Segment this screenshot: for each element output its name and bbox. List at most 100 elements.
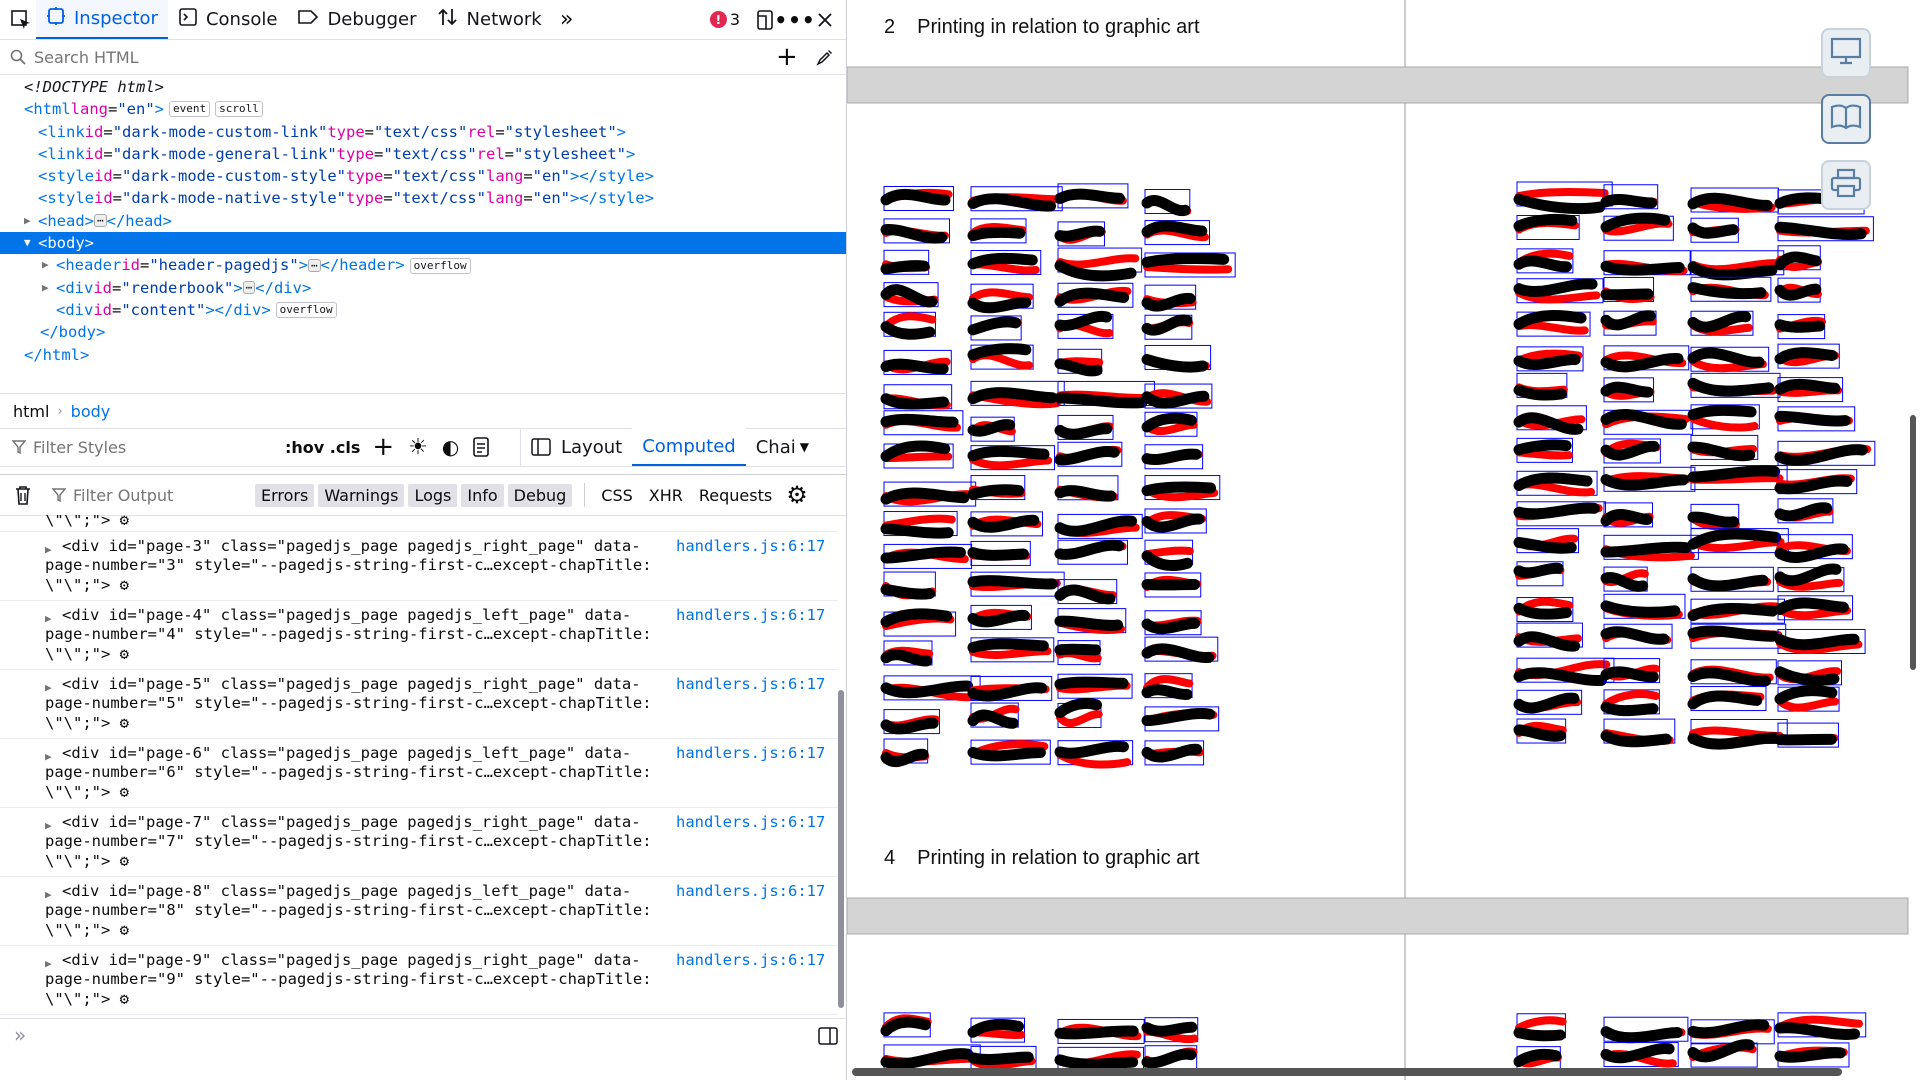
head-collapsed-ellipsis[interactable]: ⋯ <box>94 214 107 228</box>
renderbook-id-attr: id <box>93 278 112 297</box>
filter-logs-button[interactable]: Logs <box>408 483 458 507</box>
add-rule-icon[interactable]: + <box>372 432 394 462</box>
tab-network[interactable]: Network <box>427 0 552 39</box>
console-settings-gear-icon[interactable]: ⚙ <box>786 481 808 509</box>
log-entry-source-link[interactable]: handlers.js:6:17 <box>676 744 825 764</box>
node-inspect-icon[interactable]: ⚙ <box>120 576 129 594</box>
log-entry-source-link[interactable]: handlers.js:6:17 <box>676 813 825 833</box>
glyph-stroke <box>1774 378 1841 395</box>
paged-preview-viewport[interactable]: 2 Printing in relation to graphic art 4 Pr… <box>847 0 1920 1080</box>
filter-requests-button[interactable]: Requests <box>691 484 780 507</box>
filter-errors-button[interactable]: Errors <box>255 483 315 507</box>
expand-renderbook-icon[interactable]: ▶ <box>42 277 56 299</box>
markup-head-node[interactable]: ▶ <head> ⋯ </head> <box>0 210 846 232</box>
log-entry-source-link[interactable]: handlers.js:6:17 <box>676 606 825 626</box>
node-inspect-icon[interactable]: ⚙ <box>120 852 129 870</box>
glyph-stroke <box>1141 684 1193 700</box>
log-entry[interactable]: ▶ <div id="page-6" class="pagedjs_page pa… <box>0 738 838 808</box>
glyph-stroke <box>1513 1027 1566 1042</box>
markup-renderbook-node[interactable]: ▶ <div id = "renderbook" > ⋯ </div> <box>0 277 846 299</box>
node-inspect-icon[interactable]: ⚙ <box>120 783 129 801</box>
log-entry-source-link[interactable]: handlers.js:6:17 <box>676 675 825 695</box>
markup-head-child-node[interactable]: <style id = "dark-mode-custom-style" type =… <box>0 165 846 187</box>
node-inspect-icon[interactable]: ⚙ <box>120 515 129 529</box>
breadcrumb-html[interactable]: html <box>13 402 49 421</box>
dark-mode-icon[interactable]: ◐ <box>442 435 459 459</box>
close-icon[interactable] <box>810 5 840 35</box>
tab-layout[interactable]: Layout <box>551 428 632 466</box>
clear-console-trash-icon[interactable] <box>14 485 32 505</box>
filter-xhr-button[interactable]: XHR <box>641 484 691 507</box>
markup-doctype[interactable]: <!DOCTYPE html> <box>0 76 846 98</box>
element-picker-icon[interactable] <box>6 5 36 35</box>
log-entry-source-link[interactable]: handlers.js:6:17 <box>676 537 825 557</box>
more-tabs-chevron-icon[interactable]: » <box>552 5 582 35</box>
filter-output-input[interactable] <box>71 484 255 506</box>
scroll-badge[interactable]: scroll <box>215 101 263 118</box>
event-badge[interactable]: event <box>169 101 211 118</box>
filter-styles-input[interactable] <box>31 436 285 458</box>
renderbook-collapsed-ellipsis[interactable]: ⋯ <box>242 281 256 295</box>
breadcrumb-body[interactable]: body <box>71 402 111 421</box>
node-inspect-icon[interactable]: ⚙ <box>120 990 129 1008</box>
filter-info-button[interactable]: Info <box>461 483 504 507</box>
log-entry-line-1: <div id="page-6" class="pagedjs_page pag… <box>62 744 632 762</box>
search-html-input[interactable] <box>32 46 776 68</box>
log-entry[interactable]: ▶ <div id="page-3" class="pagedjs_page pa… <box>0 531 838 601</box>
add-node-icon[interactable]: + <box>776 42 798 72</box>
markup-html-close[interactable]: </html> <box>0 344 846 366</box>
markup-content-node[interactable]: <div id = "content" ></div> overflow <box>0 299 846 321</box>
overflow-badge[interactable]: overflow <box>409 257 471 274</box>
tab-console[interactable]: Console <box>168 0 287 39</box>
header-collapsed-ellipsis[interactable]: ⋯ <box>308 259 321 273</box>
tab-changes[interactable]: Chai <box>746 428 796 466</box>
log-entry[interactable]: ▶ <div id="page-7" class="pagedjs_page pa… <box>0 807 838 877</box>
node-inspect-icon[interactable]: ⚙ <box>120 645 129 663</box>
filter-css-button[interactable]: CSS <box>593 484 640 507</box>
print-media-icon[interactable] <box>473 437 490 457</box>
log-entry[interactable]: ▶ <div id="page-4" class="pagedjs_page pa… <box>0 600 838 670</box>
node-inspect-icon[interactable]: ⚙ <box>120 714 129 732</box>
markup-html-node[interactable]: <html lang = "en" > event scroll <box>0 98 846 120</box>
filter-warnings-button[interactable]: Warnings <box>318 483 405 507</box>
markup-body-close[interactable]: </body> <box>0 321 846 343</box>
book-view-button[interactable] <box>1821 94 1871 144</box>
viewer-horizontal-scrollbar[interactable] <box>852 1068 1842 1076</box>
log-entry-source-link[interactable]: handlers.js:6:17 <box>676 882 825 902</box>
tabs-overflow-chevron-icon[interactable]: ▼ <box>800 440 809 454</box>
markup-header-node[interactable]: ▶ <header id = "header-pagedjs" > ⋯ </header> o… <box>0 254 846 276</box>
console-input[interactable]: » <box>0 1018 846 1055</box>
editor-mode-toggle-icon[interactable] <box>818 1027 838 1045</box>
light-mode-icon[interactable]: ☀ <box>408 435 428 460</box>
log-entry[interactable]: ▶ <div id="page-9" class="pagedjs_page pa… <box>0 945 838 1015</box>
markup-body-node-selected[interactable]: ▼ <body> <box>0 232 846 255</box>
log-entry-line-3: \"\";"> ⚙ <box>45 990 130 1008</box>
eyedropper-icon[interactable] <box>816 48 834 66</box>
console-scrollbar[interactable] <box>838 690 844 1008</box>
tab-debugger[interactable]: Debugger <box>287 0 426 39</box>
glyph-stroke <box>1513 667 1607 686</box>
glyph-stroke <box>1056 710 1103 728</box>
pseudo-classes-toggle[interactable]: :hov .cls <box>285 438 360 457</box>
log-entry-source-link[interactable]: handlers.js:6:17 <box>676 951 825 971</box>
collapse-body-icon[interactable]: ▼ <box>24 232 38 254</box>
expand-header-icon[interactable]: ▶ <box>42 254 56 276</box>
print-button[interactable] <box>1821 160 1871 210</box>
more-options-icon[interactable]: ••• <box>774 5 814 35</box>
markup-head-child-node[interactable]: <link id = "dark-mode-custom-link" type = "t… <box>0 121 846 143</box>
log-entry[interactable]: ▶ <div id="page-8" class="pagedjs_page pa… <box>0 876 838 946</box>
error-count-badge[interactable]: ! 3 <box>709 10 740 29</box>
filter-debug-button[interactable]: Debug <box>507 483 573 507</box>
viewer-vertical-scrollbar[interactable] <box>1910 415 1916 670</box>
tab-inspector[interactable]: Inspector <box>36 0 168 39</box>
toggle-sidebar-icon[interactable] <box>531 438 551 456</box>
log-entry[interactable]: ▶ <div id="page-5" class="pagedjs_page pa… <box>0 669 838 739</box>
screen-view-button[interactable] <box>1821 28 1871 78</box>
tab-computed[interactable]: Computed <box>632 428 746 466</box>
content-overflow-badge[interactable]: overflow <box>275 302 337 319</box>
node-inspect-icon[interactable]: ⚙ <box>120 921 129 939</box>
log-entry-line-1: <div id="page-8" class="pagedjs_page pag… <box>62 882 632 900</box>
markup-head-child-node[interactable]: <style id = "dark-mode-native-style" type =… <box>0 187 846 209</box>
markup-head-child-node[interactable]: <link id = "dark-mode-general-link" type = "… <box>0 143 846 165</box>
expand-head-icon[interactable]: ▶ <box>24 210 38 232</box>
